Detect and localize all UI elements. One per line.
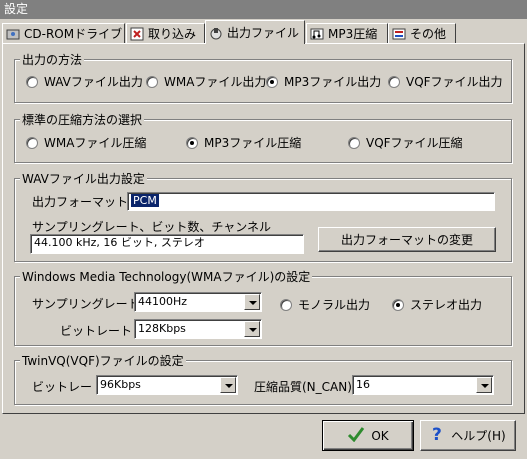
radio-dot bbox=[280, 298, 292, 311]
radio-dot bbox=[26, 136, 38, 149]
vqf-bitrate-value: 96Kbps bbox=[100, 378, 141, 391]
sampling-info-field: 44.100 kHz, 16 ビット, ステレオ bbox=[30, 234, 304, 254]
radio-label: MP3ファイル出力 bbox=[284, 75, 382, 89]
radio-label: ステレオ出力 bbox=[410, 298, 483, 312]
help-label: ヘルプ(H) bbox=[451, 429, 506, 443]
change-output-format-button[interactable]: 出力フォーマットの変更 bbox=[318, 227, 496, 252]
tab-output-file[interactable]: 出力ファイル bbox=[205, 20, 305, 44]
vqf-quality-select[interactable]: 16 bbox=[352, 375, 494, 395]
output-format-value: PCM bbox=[131, 194, 159, 207]
radio-wma-output[interactable]: WMAファイル出力 bbox=[146, 73, 266, 90]
wma-sampling-label: サンプリングレート bbox=[32, 297, 140, 311]
ok-button[interactable]: OK bbox=[322, 420, 414, 451]
radio-dot bbox=[348, 136, 360, 149]
cd-drive-icon bbox=[6, 27, 20, 41]
radio-dot-selected bbox=[186, 136, 198, 149]
wma-settings-title: Windows Media Technology(WMAファイル)の設定 bbox=[20, 268, 313, 285]
radio-label: MP3ファイル圧縮 bbox=[204, 136, 302, 150]
radio-label: モノラル出力 bbox=[298, 298, 371, 312]
radio-label: VQFファイル圧縮 bbox=[366, 136, 463, 150]
radio-vqf-output[interactable]: VQFファイル出力 bbox=[388, 73, 503, 90]
radio-wav-output[interactable]: WAVファイル出力 bbox=[26, 73, 143, 90]
vqf-settings-title: TwinVQ(VQF)ファイルの設定 bbox=[20, 352, 186, 369]
vqf-quality-value: 16 bbox=[356, 378, 370, 391]
tab-mp3-compression[interactable]: MP3圧縮 bbox=[306, 23, 388, 43]
tab-label: CD-ROMドライブ bbox=[24, 27, 123, 41]
wma-sampling-value: 44100Hz bbox=[138, 295, 188, 308]
settings-dialog: 設定 CD-ROMドライブ 取り込み 出力ファイル MP3圧縮 その他 出力の方… bbox=[0, 0, 527, 459]
tab-cd-rom-drive[interactable]: CD-ROMドライブ bbox=[2, 23, 125, 43]
window-title: 設定 bbox=[0, 0, 527, 19]
chevron-down-icon[interactable] bbox=[220, 377, 236, 393]
radio-dot bbox=[26, 75, 38, 88]
output-format-field[interactable]: PCM bbox=[127, 192, 495, 211]
tab-label: その他 bbox=[410, 27, 447, 41]
check-icon bbox=[347, 426, 365, 445]
vqf-bitrate-select[interactable]: 96Kbps bbox=[96, 375, 238, 395]
wma-bitrate-label: ビットレート bbox=[60, 324, 133, 338]
radio-dot bbox=[146, 75, 158, 88]
wav-settings-title: WAVファイル出力設定 bbox=[20, 170, 147, 187]
tab-other[interactable]: その他 bbox=[388, 23, 456, 43]
radio-label: WAVファイル出力 bbox=[44, 75, 143, 89]
other-icon bbox=[392, 27, 406, 41]
vqf-quality-label: 圧縮品質(N_CAN) bbox=[254, 380, 352, 394]
radio-label: WMAファイル圧縮 bbox=[44, 136, 147, 150]
output-method-title: 出力の方法 bbox=[20, 51, 85, 68]
radio-mp3-output[interactable]: MP3ファイル出力 bbox=[266, 73, 381, 90]
wma-bitrate-value: 128Kbps bbox=[138, 322, 186, 335]
radio-dot-selected bbox=[392, 298, 404, 311]
radio-label: VQFファイル出力 bbox=[406, 75, 503, 89]
tab-label: 出力ファイル bbox=[227, 26, 300, 40]
radio-label: WMAファイル出力 bbox=[164, 75, 267, 89]
radio-dot bbox=[388, 75, 400, 88]
tab-import[interactable]: 取り込み bbox=[126, 23, 205, 43]
chevron-down-icon[interactable] bbox=[476, 377, 492, 393]
radio-mono-output[interactable]: モノラル出力 bbox=[280, 296, 370, 313]
output-file-icon bbox=[209, 26, 223, 40]
chevron-down-icon[interactable] bbox=[244, 321, 260, 337]
ok-label: OK bbox=[371, 428, 389, 443]
sampling-info-value: 44.100 kHz, 16 ビット, ステレオ bbox=[34, 236, 205, 249]
compression-title: 標準の圧縮方法の選択 bbox=[20, 111, 145, 128]
radio-vqf-compression[interactable]: VQFファイル圧縮 bbox=[348, 134, 463, 151]
help-button[interactable]: ? ヘルプ(H) bbox=[420, 420, 516, 451]
output-format-label: 出力フォーマット bbox=[32, 195, 129, 209]
wma-bitrate-select[interactable]: 128Kbps bbox=[134, 319, 262, 339]
svg-text:?: ? bbox=[432, 425, 442, 443]
mp3-icon bbox=[310, 27, 324, 41]
radio-stereo-output[interactable]: ステレオ出力 bbox=[392, 296, 482, 313]
import-icon bbox=[130, 27, 144, 41]
sampling-info-label: サンプリングレート、ビット数、チャンネル bbox=[32, 220, 272, 234]
help-icon: ? bbox=[430, 425, 446, 446]
radio-mp3-compression[interactable]: MP3ファイル圧縮 bbox=[186, 134, 301, 151]
vqf-bitrate-label: ビットレート bbox=[32, 380, 105, 394]
radio-wma-compression[interactable]: WMAファイル圧縮 bbox=[26, 134, 146, 151]
tab-label: MP3圧縮 bbox=[328, 27, 378, 41]
tab-label: 取り込み bbox=[148, 27, 197, 41]
radio-dot-selected bbox=[266, 75, 278, 88]
chevron-down-icon[interactable] bbox=[244, 294, 260, 310]
wma-sampling-select[interactable]: 44100Hz bbox=[134, 292, 262, 312]
